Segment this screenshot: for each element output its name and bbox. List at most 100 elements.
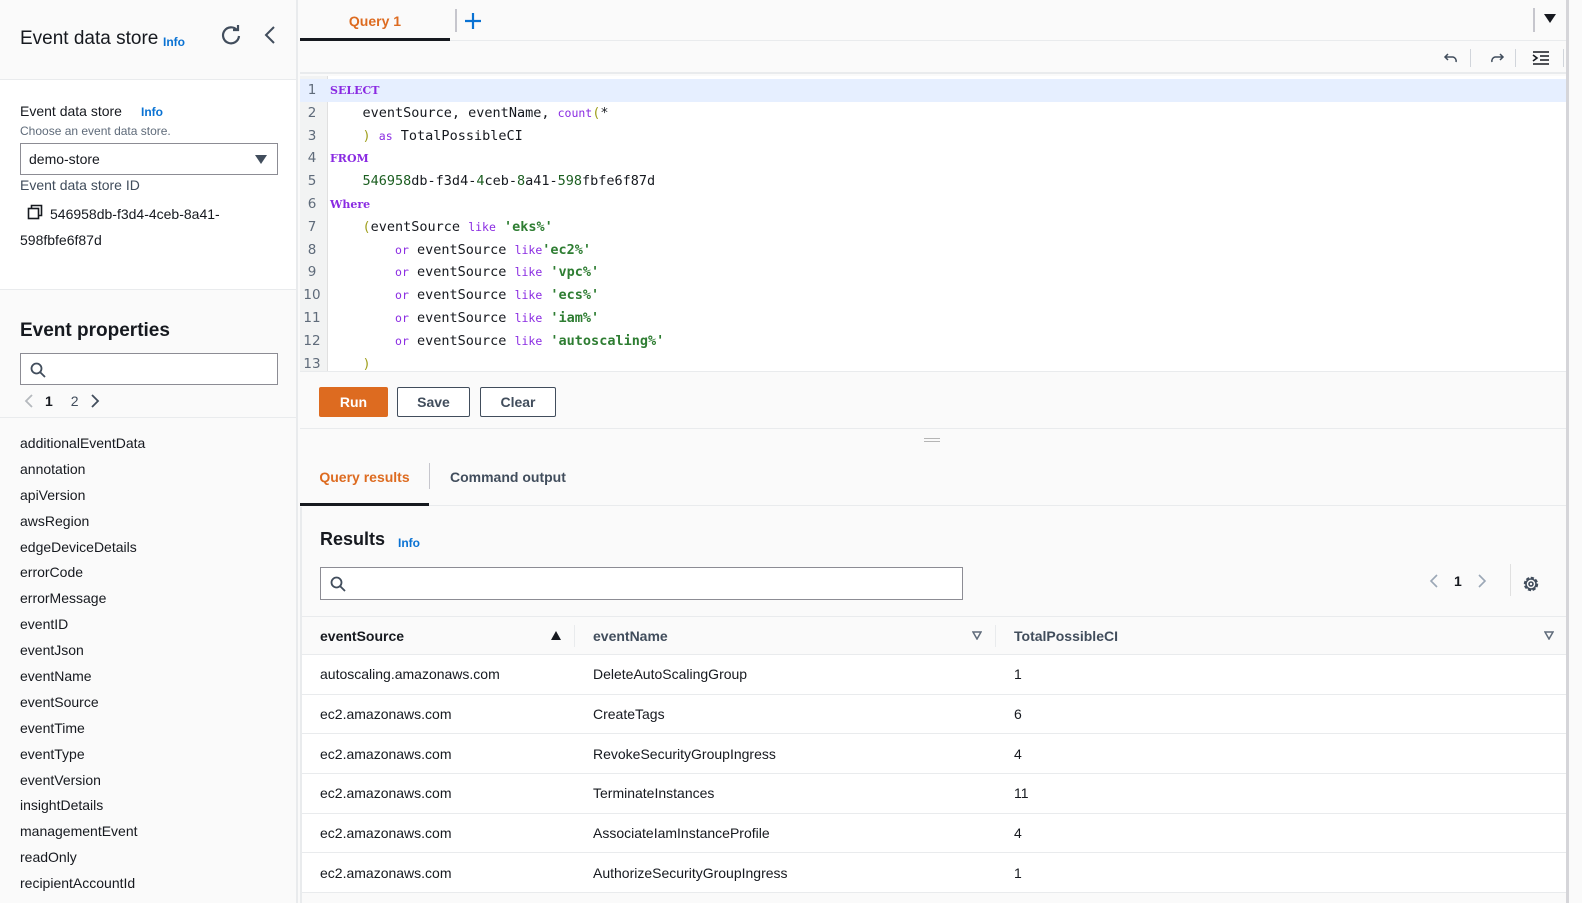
prev-page-icon[interactable] [22,393,36,409]
sort-icon[interactable] [972,631,982,640]
format-indent-icon[interactable] [1532,50,1550,66]
save-button[interactable]: Save [397,387,470,417]
string-literal: 'eks%' [504,218,553,235]
column-header-eventname[interactable]: eventName [575,617,996,655]
undo-icon[interactable] [1443,50,1461,66]
panel-info-link[interactable]: Info [163,35,185,49]
property-item[interactable]: errorCode [20,561,145,587]
property-item[interactable]: eventSource [20,691,145,717]
sql-editor[interactable]: 1 SELECT 2 eventSource, eventName, count(… [300,76,1568,372]
code-text: eventSource [370,218,469,235]
store-label: Event data store [20,103,122,119]
tab-menu-divider [1533,8,1535,32]
property-item[interactable]: eventVersion [20,769,145,795]
sort-icon[interactable] [1544,631,1554,640]
results-search-input[interactable] [320,567,963,600]
code-line: 11 or eventSource like 'iam%' [300,307,1568,330]
properties-list: additionalEventData annotation apiVersio… [20,432,145,898]
next-page-icon[interactable] [88,393,102,409]
string-literal: 'vpc%' [550,264,600,281]
property-item[interactable]: readOnly [20,846,145,872]
column-header-eventsource[interactable]: eventSource [302,617,575,655]
property-item[interactable]: eventID [20,613,145,639]
property-item[interactable]: insightDetails [20,794,145,820]
property-item[interactable]: apiVersion [20,484,145,510]
result-tabs: Query results Command output [300,460,1568,506]
store-info-link[interactable]: Info [141,105,163,119]
line-number: 13 [303,355,321,372]
property-item[interactable]: eventTime [20,717,145,743]
gear-icon[interactable] [1521,574,1541,594]
tab-divider [455,9,457,32]
property-item[interactable]: recipientAccountId [20,872,145,898]
page-scrollbar[interactable] [1566,0,1569,903]
paren: ) [362,355,371,372]
resize-handle[interactable] [924,438,940,444]
cell-count: 11 [1014,785,1029,802]
clear-button[interactable]: Clear [480,387,556,417]
code-text: fbfe6f87d [582,173,656,190]
property-item[interactable]: eventName [20,665,145,691]
number: 546958 [362,173,412,190]
results-info-link[interactable]: Info [398,536,420,550]
code-text: eventSource [417,310,507,326]
property-item[interactable]: eventType [20,743,145,769]
cell-eventsource: ec2.amazonaws.com [320,706,452,723]
code-line: 3 ) as TotalPossibleCI [300,125,1568,148]
column-header-totalpossibleci[interactable]: TotalPossibleCI [996,617,1568,655]
property-item[interactable]: managementEvent [20,820,145,846]
line-number: 1 [307,82,317,98]
keyword: or [395,288,409,303]
property-item[interactable]: edgeDeviceDetails [20,536,145,562]
property-item[interactable]: annotation [20,458,145,484]
function-name: count [557,105,593,120]
code-text: eventSource [417,241,507,258]
string-literal: 'iam%' [550,310,600,326]
tab-divider [429,463,430,489]
redo-icon[interactable] [1487,50,1505,66]
tab-query-results[interactable]: Query results [300,460,429,506]
current-page[interactable]: 1 [1454,573,1462,589]
property-item[interactable]: awsRegion [20,510,145,536]
prev-page-icon[interactable] [1427,573,1441,589]
keyword: Where [330,198,371,211]
keyword: or [395,311,409,325]
code-line: 12 or eventSource like 'autoscaling%' [300,330,1568,353]
code-line: 13 ) [300,353,1568,372]
property-item[interactable]: additionalEventData [20,432,145,458]
keyword: as [378,128,393,143]
keyword: or [395,333,409,348]
column-label: TotalPossibleCI [1014,627,1118,644]
add-tab-icon[interactable] [462,10,484,32]
search-icon [330,576,346,592]
code-line: 6 Where [300,193,1568,216]
tabs-menu-caret-icon[interactable] [1544,14,1556,23]
store-select[interactable]: demo-store [20,143,278,175]
tab-query-1[interactable]: Query 1 [300,0,450,41]
property-item[interactable]: eventJson [20,639,145,665]
cell-eventname: AssociateIamInstanceProfile [593,825,770,842]
sort-ascending-icon[interactable] [551,631,561,640]
panel-header: Event data store Info [0,0,296,80]
code-line: 8 or eventSource like'ec2%' [300,239,1568,262]
page-2-button[interactable]: 2 [71,393,79,409]
cell-eventsource: ec2.amazonaws.com [320,864,452,881]
query-tabs: Query 1 [300,0,1568,41]
event-properties-section: Event properties 1 2 [0,290,296,418]
page-1-button[interactable]: 1 [45,393,53,409]
keyword: FROM [330,152,369,166]
results-title: Results [320,529,386,549]
properties-title: Event properties [20,320,170,341]
property-item[interactable]: errorMessage [20,587,145,613]
cell-eventname: TerminateInstances [593,785,715,802]
store-id-value: 546958db-f3d4-4ceb-8a41-598fbfe6f87d [20,206,220,248]
next-page-icon[interactable] [1475,573,1489,589]
refresh-icon[interactable] [220,24,242,46]
collapse-panel-icon[interactable] [260,24,280,46]
store-selector-section: Event data store Info Choose an event da… [0,80,296,290]
code-text: eventSource [417,332,507,349]
tab-command-output[interactable]: Command output [450,460,566,506]
properties-search-input[interactable] [20,353,278,385]
properties-pagination: 1 2 [22,391,102,411]
run-button[interactable]: Run [319,387,388,417]
